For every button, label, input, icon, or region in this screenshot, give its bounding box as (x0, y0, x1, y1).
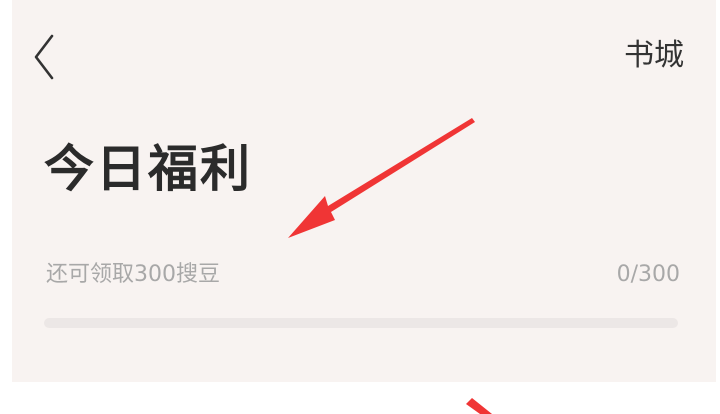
progress-bar (44, 318, 678, 328)
progress-label: 还可领取300搜豆 (46, 262, 220, 287)
back-button[interactable] (30, 30, 64, 84)
screen: 书城 今日福利 还可领取300搜豆 0/300 (0, 0, 720, 414)
chevron-left-icon (34, 34, 54, 80)
bookstore-link[interactable]: 书城 (624, 36, 684, 76)
page-title: 今日福利 (44, 140, 252, 198)
annotation-arrow-partial (466, 398, 492, 414)
progress-count: 0/300 (616, 262, 680, 287)
